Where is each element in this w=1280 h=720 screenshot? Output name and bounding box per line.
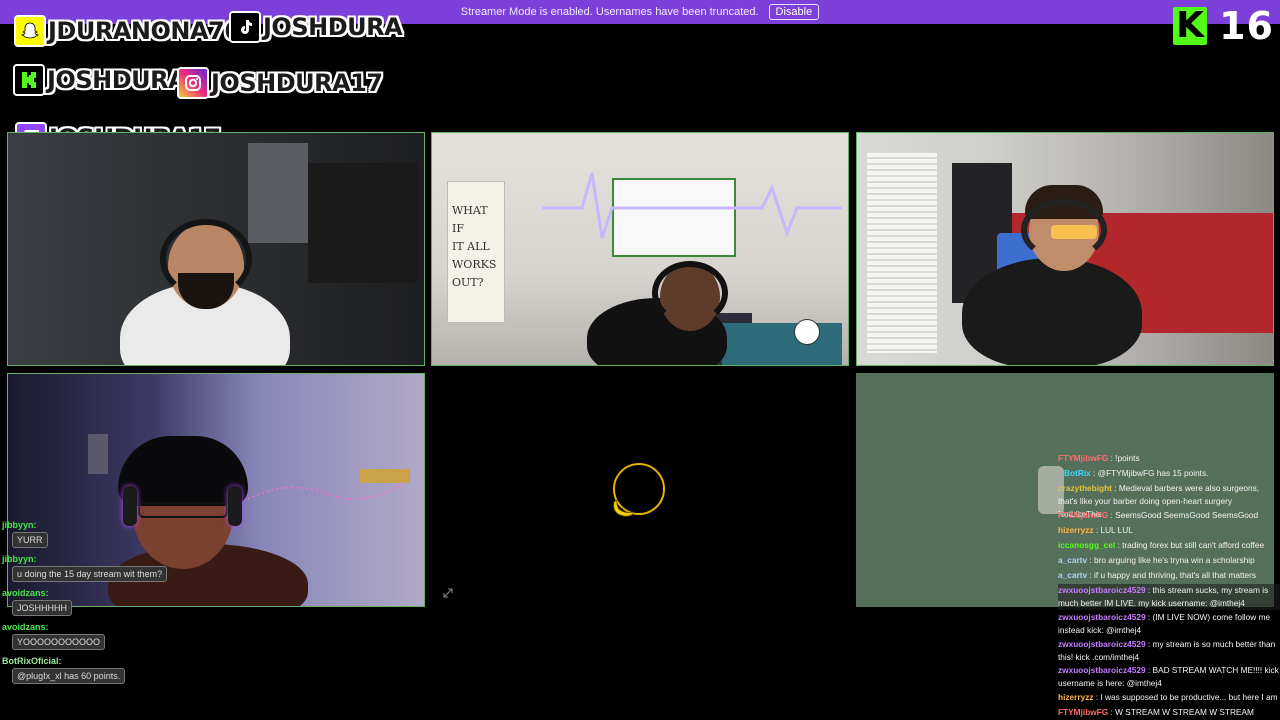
chat-message: FTYMjibwFG : SeemsGood SeemsGood SeemsGo… <box>1058 510 1259 520</box>
chat-username: jibbyyn: <box>2 520 37 530</box>
shelf <box>360 469 410 483</box>
poster: WHAT IF IT ALL WORKS OUT? <box>447 181 505 323</box>
chat-username: BotRixOficial: <box>2 656 62 666</box>
kick-viewer-counter: K 16 <box>1173 4 1274 48</box>
headset <box>1021 199 1107 261</box>
snapchat-icon <box>14 15 46 47</box>
chat-message: hizerryzz : LUL LUL <box>1058 525 1133 535</box>
chat-message: FTYMjibwFG : W STREAM W STREAM W STREAM <box>1058 707 1254 717</box>
social-snapchat: JDURANONA76 <box>14 13 241 49</box>
person-body <box>962 258 1142 365</box>
banana-icon <box>613 499 635 517</box>
chat-text: u doing the 15 day stream wit them? <box>12 566 168 582</box>
window-shape <box>248 143 308 243</box>
tiktok-icon <box>229 11 261 43</box>
instagram-handle: JOSHDURA17 <box>211 69 383 97</box>
left-chat-message: jibbyyn: YURR <box>2 520 48 548</box>
snapchat-handle: JDURANONA76 <box>48 17 241 45</box>
chat-message: zwxuoojstbaroicz4529 : BAD STREAM WATCH … <box>1058 665 1279 688</box>
chat-username: avoidzans: <box>2 588 49 598</box>
streamer-mode-text: Streamer Mode is enabled. Usernames have… <box>460 6 759 18</box>
left-chat-message: avoidzans: YOOOOOOOOOOO <box>2 622 106 650</box>
chat-message: a_cartv : if u happy and thriving, that'… <box>1058 570 1257 580</box>
wall-art <box>88 434 108 474</box>
social-instagram: JOSHDURA17 <box>177 65 383 101</box>
chat-text: JOSHHHHH <box>12 600 73 616</box>
chat-message: hizerryzz : I was supposed to be product… <box>1058 692 1278 702</box>
chat-message: FTYMjibwFG : !points <box>1058 453 1140 463</box>
video-tile-3[interactable] <box>856 132 1274 366</box>
clothes-rack <box>308 163 418 283</box>
disable-streamer-mode-button[interactable]: Disable <box>768 4 820 20</box>
chat-username: jibbyyn: <box>2 554 37 564</box>
left-chat-message: avoidzans: JOSHHHHH <box>2 588 73 616</box>
chat-text: YURR <box>12 532 48 548</box>
left-chat-message: jibbyyn: u doing the 15 day stream wit t… <box>2 554 168 582</box>
tiktok-handle: JOSHDURA <box>263 13 403 41</box>
social-tiktok: JOSHDURA <box>229 9 403 45</box>
kick-handle: JOSHDURA <box>47 66 187 94</box>
chat-message: zwxuoojstbaroicz4529 : (IM LIVE NOW) com… <box>1058 612 1271 635</box>
headset <box>652 261 728 325</box>
video-tile-1[interactable] <box>7 132 425 366</box>
window-blinds <box>867 153 937 353</box>
chat-message: a_cartv : bro arguing like he's tryna wi… <box>1058 555 1255 565</box>
chat-username: avoidzans: <box>2 622 49 632</box>
chat-message: zwxuoojstbaroicz4529 : my stream is so m… <box>1058 639 1276 662</box>
social-kick: JOSHDURA <box>13 62 187 98</box>
expand-icon[interactable] <box>443 585 453 598</box>
viewer-count: 16 <box>1219 4 1274 48</box>
instagram-icon <box>177 67 209 99</box>
chat-message: zwxuoojstbaroicz4529 : this stream sucks… <box>1058 584 1280 610</box>
chat-message: iccanosgg_cel : trading forex but still … <box>1058 540 1265 550</box>
chat-message: BotRix : @FTYMjibwFG has 15 points. <box>1064 468 1209 478</box>
neon-heartbeat <box>542 172 842 239</box>
headset <box>160 219 252 299</box>
video-tile-2[interactable]: WHAT IF IT ALL WORKS OUT? <box>431 132 849 366</box>
blanket <box>722 323 842 365</box>
chat-text: @plugIx_xl has 60 points. <box>12 668 126 684</box>
kick-logo-icon: K <box>1173 7 1208 45</box>
chat-text: YOOOOOOOOOOO <box>12 634 106 650</box>
headset-right <box>228 486 242 526</box>
kick-icon <box>13 64 45 96</box>
headset-left <box>123 486 137 526</box>
soccer-ball <box>794 319 820 345</box>
left-chat-message: BotRixOficial: @plugIx_xl has 60 points. <box>2 656 126 684</box>
glasses <box>138 502 228 518</box>
